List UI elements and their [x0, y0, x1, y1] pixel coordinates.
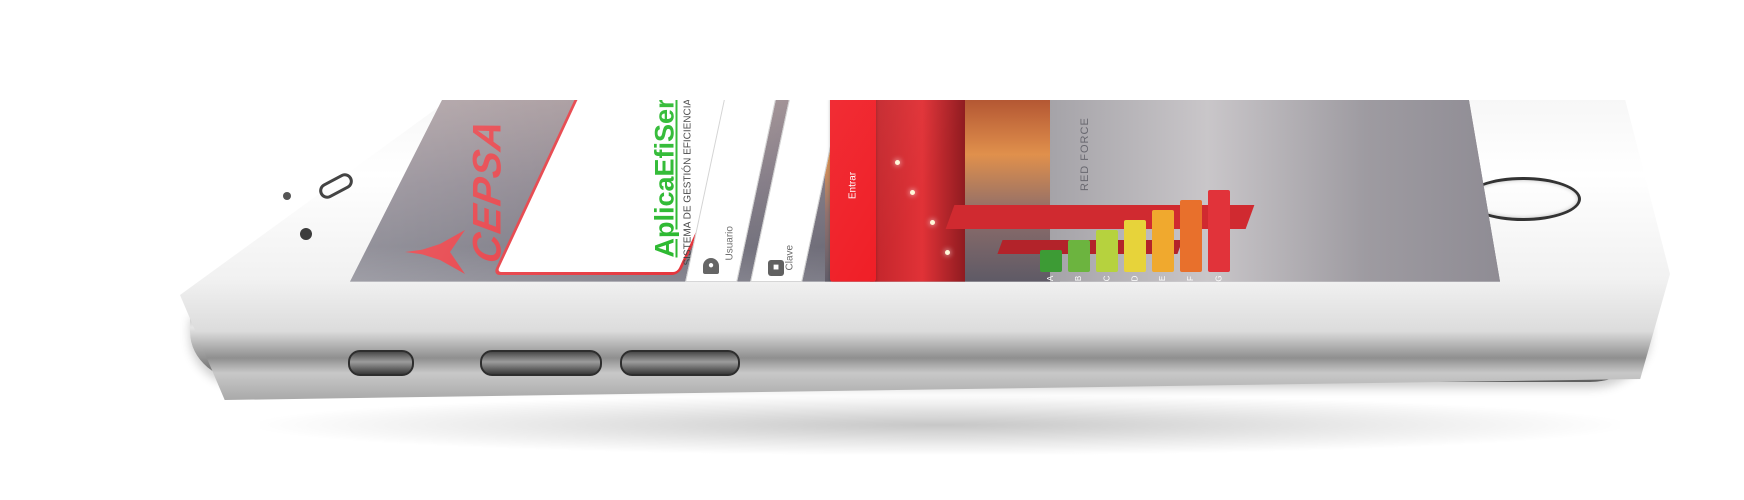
volume-up-button	[480, 350, 602, 376]
energy-rating-bar-g	[1208, 190, 1230, 272]
energy-rating-bar-a	[1040, 250, 1062, 272]
app-subtitle: SISTEMA DE GESTIÓN EFICIENCIA ENERGÉTICA	[682, 100, 694, 266]
username-placeholder: Usuario	[724, 226, 736, 261]
energy-rating-bar-d	[1124, 220, 1146, 272]
energy-rating-bar-e	[1152, 210, 1174, 272]
front-camera	[300, 228, 312, 240]
submit-button-label[interactable]: Entrar	[848, 161, 859, 211]
canopy-light	[945, 250, 950, 255]
station-sign: RED FORCE	[1079, 117, 1091, 191]
volume-down-button	[620, 350, 740, 376]
energy-rating-label-b: B	[1074, 275, 1084, 282]
energy-rating-bar-b	[1068, 240, 1090, 272]
energy-rating-label-a: A	[1046, 275, 1056, 282]
mute-switch	[348, 350, 414, 376]
canopy-light	[895, 160, 900, 165]
energy-rating-label-e: E	[1158, 275, 1168, 282]
lock-icon: ■	[768, 260, 784, 276]
station-canopy	[870, 100, 965, 282]
energy-rating-label-d: D	[1130, 275, 1140, 282]
app-title: AplicaEfiServicio	[649, 100, 680, 258]
energy-rating-bar-c	[1096, 230, 1118, 272]
app-screen: RED FORCE CEPSA AplicaEfiServicio SISTEM…	[350, 100, 1500, 282]
canopy-light	[930, 220, 935, 225]
password-placeholder: Clave	[784, 244, 796, 271]
canopy-light	[910, 190, 915, 195]
user-icon: ●	[703, 258, 719, 274]
phone-shadow	[260, 395, 1620, 455]
energy-rating-label-c: C	[1102, 275, 1112, 282]
proximity-sensor	[283, 192, 291, 200]
cepsa-star-icon	[405, 230, 465, 274]
energy-rating-label-g: G	[1214, 275, 1224, 282]
energy-rating-bar-f	[1180, 200, 1202, 272]
energy-rating-label-f: F	[1185, 276, 1195, 281]
